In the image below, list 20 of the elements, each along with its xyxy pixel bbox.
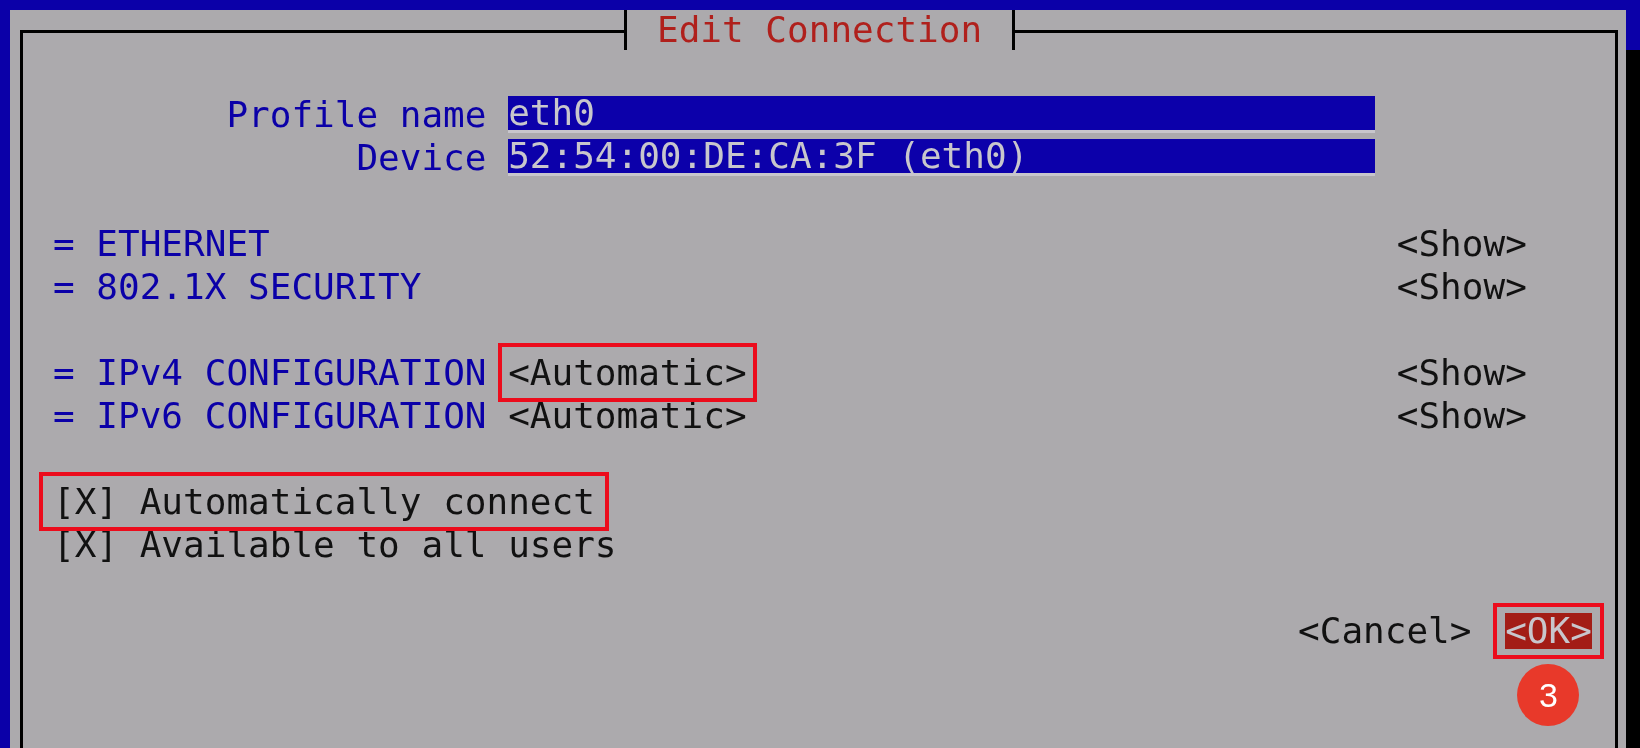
show-button[interactable]: <Show> (1396, 351, 1527, 394)
show-button[interactable]: <Show> (1396, 265, 1527, 308)
dialog-button[interactable]: <OK> (1505, 612, 1592, 649)
section-heading: = 802.1X SECURITY (53, 265, 423, 308)
step-badge: 3 (1517, 663, 1580, 726)
input-field[interactable]: eth0 (508, 96, 1376, 133)
show-button[interactable]: <Show> (1396, 394, 1527, 437)
checkbox[interactable]: [X] Automatically connect (53, 480, 595, 523)
section-heading: = ETHERNET (53, 222, 271, 265)
section-heading: = IPv6 CONFIGURATION (53, 394, 488, 437)
checkbox[interactable]: [X] Available to all users (53, 523, 617, 566)
dialog-title: Edit Connection (624, 10, 1016, 50)
field-label: Device (355, 136, 487, 179)
dialog-button[interactable]: <Cancel> (1298, 609, 1472, 652)
mode-button[interactable]: <Automatic> (508, 351, 747, 394)
section-heading: = IPv4 CONFIGURATION (53, 351, 488, 394)
show-button[interactable]: <Show> (1396, 222, 1527, 265)
field-label: Profile name (225, 93, 487, 136)
mode-button[interactable]: <Automatic> (508, 394, 747, 437)
input-field[interactable]: 52:54:00:DE:CA:3F (eth0) (508, 139, 1376, 176)
